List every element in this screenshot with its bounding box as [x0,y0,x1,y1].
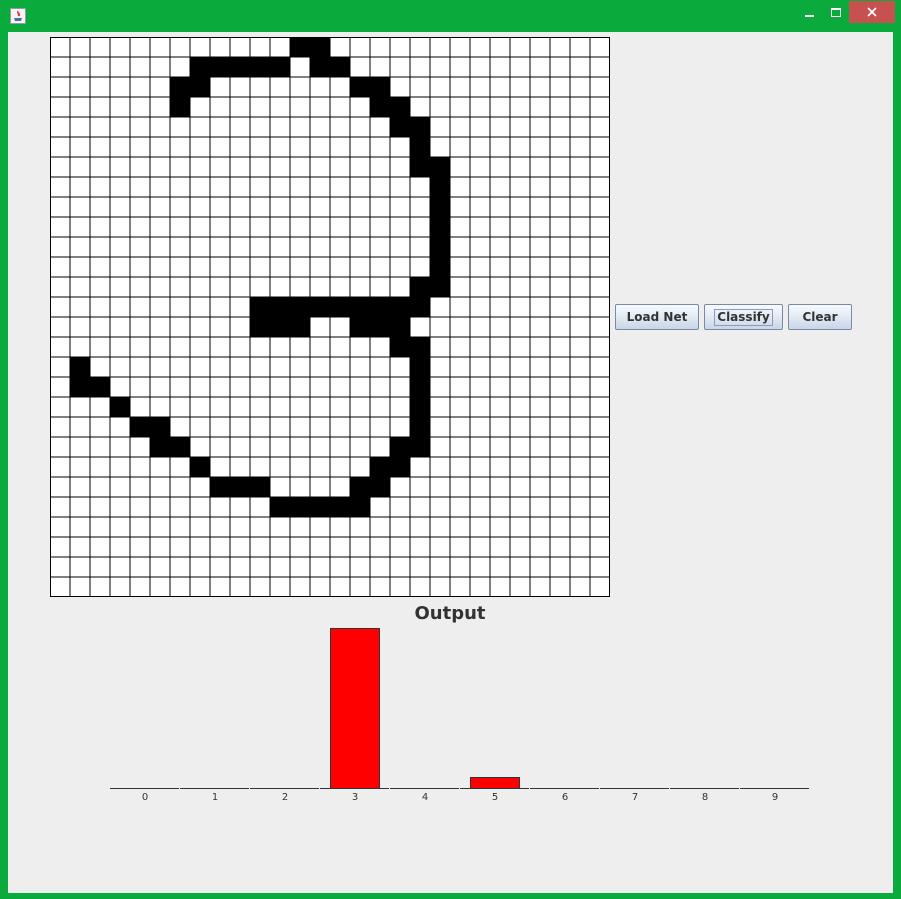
filled-cell-run [190,457,210,477]
maximize-button[interactable] [822,1,849,23]
x-tick-label: 6 [562,792,568,803]
filled-cell-run [270,497,370,517]
bar-3 [330,628,380,789]
classify-button[interactable]: Classify [704,304,783,330]
filled-cell-run [250,317,310,337]
content-pane: Load Net Classify Clear Output 0 1 2 3 4 5 6 7 8… [8,32,893,893]
x-tick-label: 8 [702,792,708,803]
filled-cell-run [410,357,430,377]
bar-5 [470,777,520,789]
filled-cell-run [430,197,450,217]
filled-cell-run [250,297,430,317]
app-window: Load Net Classify Clear Output 0 1 2 3 4 5 6 7 8… [0,0,901,899]
load-net-button[interactable]: Load Net [615,304,699,330]
filled-cell-run [430,257,450,277]
filled-cell-run [350,317,410,337]
filled-cell-run [430,177,450,197]
filled-cell-run [410,137,430,157]
x-tick-label: 7 [632,792,638,803]
minimize-icon [804,15,814,17]
output-chart-svg: 0 1 2 3 4 5 6 7 8 9 [110,628,809,803]
drawing-grid-svg[interactable] [50,37,610,597]
filled-cell-run [70,357,90,377]
filled-cell-run [410,417,430,437]
close-icon [867,7,877,17]
classify-button-label: Classify [714,308,773,326]
filled-cell-run [210,477,270,497]
output-chart: 0 1 2 3 4 5 6 7 8 9 [100,624,810,804]
x-tick-label: 4 [422,792,428,803]
x-tick-label: 3 [352,792,358,803]
minimize-button[interactable] [796,1,822,23]
x-tick-label: 9 [772,792,778,803]
close-button[interactable] [849,1,895,23]
java-app-icon[interactable] [10,8,26,24]
filled-cell-run [430,217,450,237]
chart-title: Output [414,603,486,624]
x-tick-label: 0 [142,792,148,803]
filled-cell-run [410,397,430,417]
filled-cell-run [430,237,450,257]
drawing-grid[interactable] [50,37,610,597]
filled-cell-run [190,57,290,77]
x-tick-label: 5 [492,792,498,803]
maximize-icon [830,7,841,17]
filled-cell-run [170,97,190,117]
clear-button[interactable]: Clear [788,304,852,330]
filled-cell-run [410,377,430,397]
x-tick-label: 1 [212,792,218,803]
title-bar[interactable] [0,0,901,32]
x-tick-label: 2 [282,792,288,803]
filled-cell-run [110,397,130,417]
